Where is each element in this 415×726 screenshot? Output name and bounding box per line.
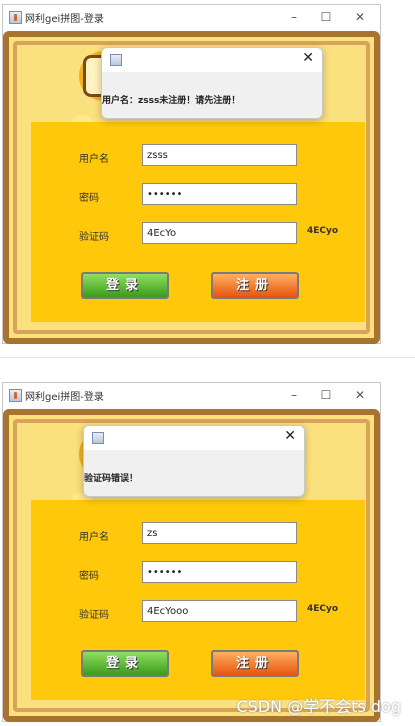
java-app-icon	[92, 432, 104, 444]
java-app-icon	[110, 54, 122, 66]
dialog-message: 验证码错误！	[84, 474, 139, 484]
dialog-title-bar[interactable]: ✕	[84, 426, 304, 450]
close-icon[interactable]: ✕	[345, 386, 375, 404]
username-input[interactable]	[142, 522, 297, 544]
divider	[0, 357, 415, 358]
title-bar[interactable]: 网利gei拼图-登录 – ☐ ✕	[3, 383, 380, 409]
username-label: 用户名	[79, 154, 109, 165]
login-button[interactable]: 登录	[81, 650, 169, 677]
close-icon[interactable]: ✕	[345, 8, 375, 26]
password-label: 密码	[79, 193, 99, 204]
dialog-message: 用户名：zsss未注册！请先注册！	[102, 96, 241, 106]
login-window-1: 网利gei拼图-登录 – ☐ ✕ 用户名 密码 验证码 4ECyo 登录 注册 …	[2, 4, 381, 344]
captcha-label: 验证码	[79, 232, 109, 243]
register-button[interactable]: 注册	[211, 272, 299, 299]
dialog-title-bar[interactable]: ✕	[102, 48, 322, 72]
window-title: 网利gei拼图-登录	[25, 392, 104, 403]
minimize-icon[interactable]: –	[279, 8, 309, 26]
captcha-input[interactable]	[142, 600, 297, 622]
window-title: 网利gei拼图-登录	[25, 14, 104, 25]
watermark: CSDN @学不会ts dog	[236, 697, 401, 716]
captcha-code[interactable]: 4ECyo	[307, 604, 338, 614]
java-app-icon	[9, 389, 22, 402]
captcha-code[interactable]: 4ECyo	[307, 226, 338, 236]
password-label: 密码	[79, 571, 99, 582]
register-button[interactable]: 注册	[211, 650, 299, 677]
maximize-icon[interactable]: ☐	[311, 8, 341, 26]
title-bar[interactable]: 网利gei拼图-登录 – ☐ ✕	[3, 5, 380, 31]
login-button[interactable]: 登录	[81, 272, 169, 299]
java-app-icon	[9, 11, 22, 24]
login-panel: 用户名 密码 验证码 4ECyo 登录 注册	[31, 122, 365, 322]
password-input[interactable]	[142, 561, 297, 583]
captcha-input[interactable]	[142, 222, 297, 244]
login-window-2: 网利gei拼图-登录 – ☐ ✕ 用户名 密码 验证码 4ECyo 登录 注册 …	[2, 382, 381, 722]
login-panel: 用户名 密码 验证码 4ECyo 登录 注册	[31, 500, 365, 700]
close-icon[interactable]: ✕	[284, 428, 296, 444]
password-input[interactable]	[142, 183, 297, 205]
captcha-label: 验证码	[79, 610, 109, 621]
username-input[interactable]	[142, 144, 297, 166]
maximize-icon[interactable]: ☐	[311, 386, 341, 404]
message-dialog: ✕ 验证码错误！	[83, 425, 305, 497]
minimize-icon[interactable]: –	[279, 386, 309, 404]
close-icon[interactable]: ✕	[302, 50, 314, 66]
message-dialog: ✕ 用户名：zsss未注册！请先注册！	[101, 47, 323, 119]
username-label: 用户名	[79, 532, 109, 543]
